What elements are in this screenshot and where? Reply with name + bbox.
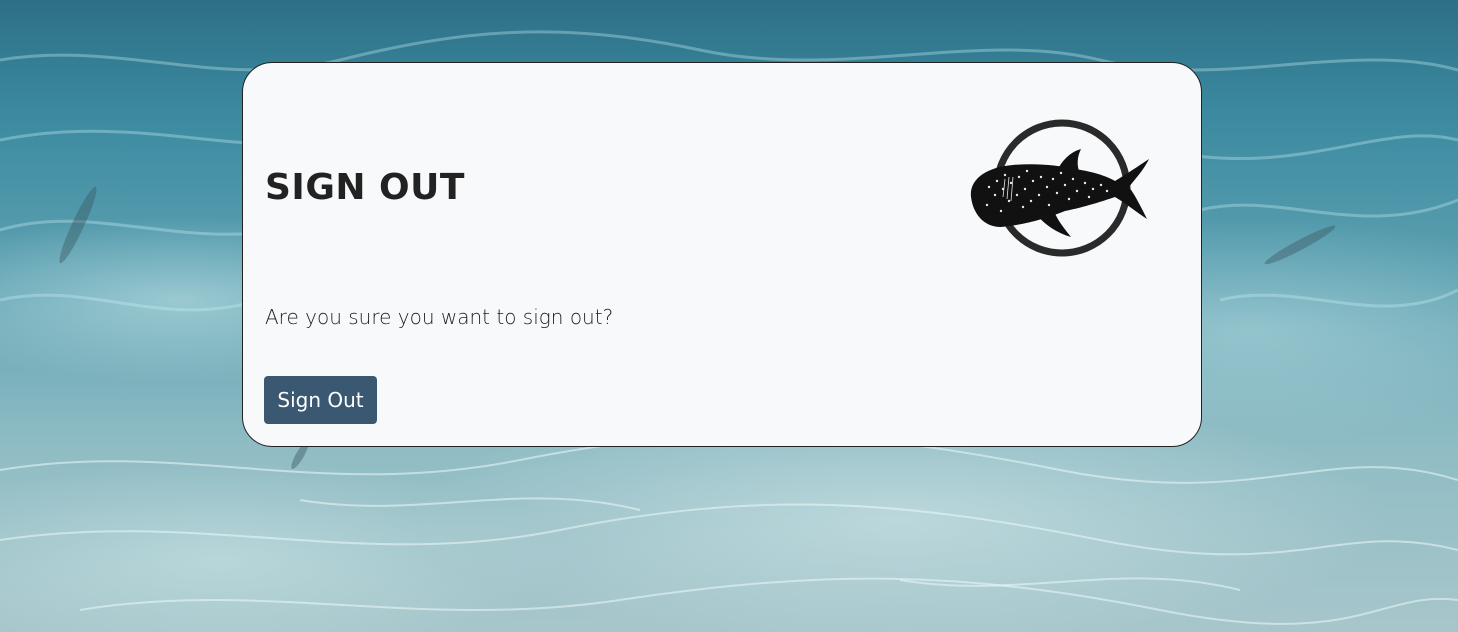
whale-shark-logo-icon xyxy=(970,119,1149,257)
sign-out-button[interactable]: Sign Out xyxy=(264,376,377,424)
sign-out-prompt: Are you sure you want to sign out? xyxy=(265,305,614,329)
page-title: SIGN OUT xyxy=(265,167,465,208)
sign-out-card: SIGN OUT Are you sure you want to sign o… xyxy=(242,62,1202,447)
